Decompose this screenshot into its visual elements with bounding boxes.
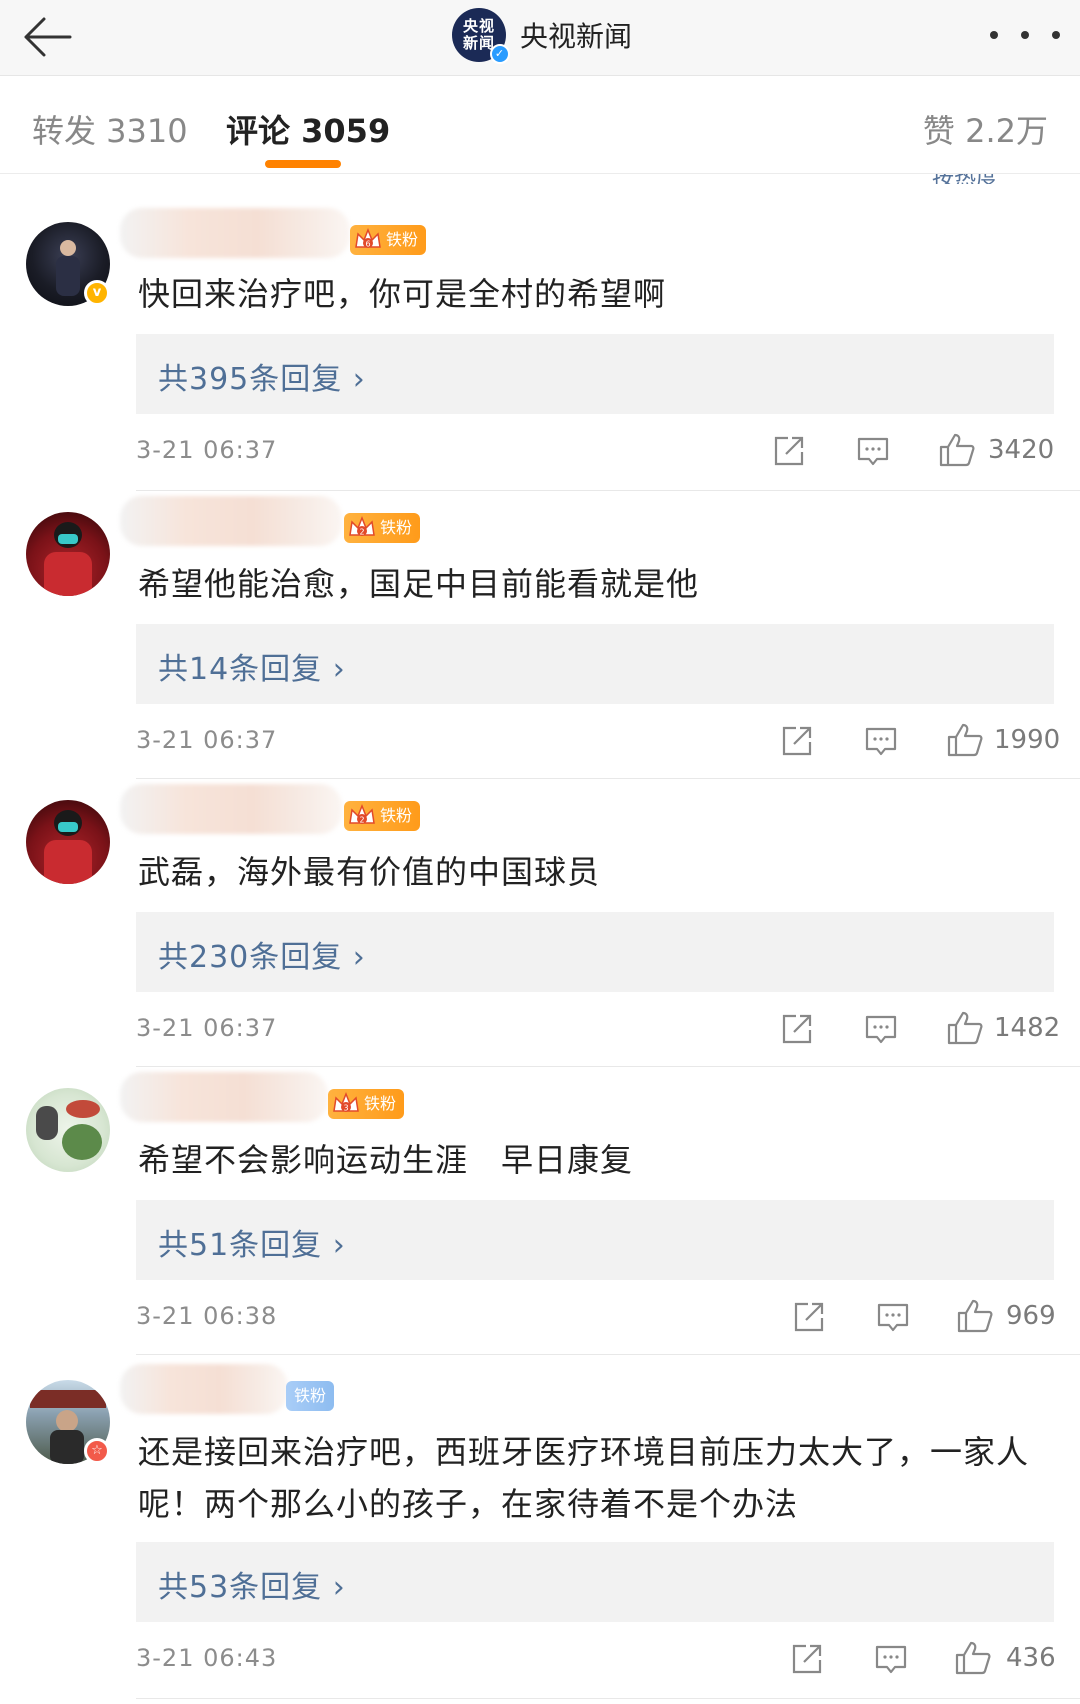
- comment-icon[interactable]: [864, 726, 898, 758]
- username-blurred[interactable]: [120, 1072, 328, 1122]
- crown-icon: 6: [355, 227, 381, 249]
- like-count: 436: [1006, 1643, 1056, 1673]
- crown-icon: 2: [349, 515, 375, 537]
- fan-badge: 2 铁粉: [344, 513, 421, 543]
- like-count: 3420: [988, 435, 1055, 465]
- active-tab-indicator: [265, 160, 341, 168]
- like-icon[interactable]: [946, 1010, 984, 1046]
- like-count: 969: [1006, 1301, 1056, 1331]
- fan-badge: 铁粉: [286, 1381, 335, 1411]
- sort-toggle[interactable]: 按热度: [932, 174, 1052, 184]
- view-replies-button[interactable]: 共230条回复 ›: [136, 912, 1054, 992]
- username-blurred[interactable]: [120, 208, 350, 258]
- divider: [136, 1066, 1080, 1067]
- repost-icon[interactable]: [790, 1642, 824, 1676]
- account-name: 央视新闻: [520, 20, 633, 53]
- divider: [136, 490, 1080, 491]
- view-replies-button[interactable]: 共51条回复 ›: [136, 1200, 1054, 1280]
- avatar[interactable]: v: [26, 222, 110, 306]
- avatar[interactable]: [26, 512, 110, 596]
- like-count: 1482: [994, 1013, 1061, 1043]
- username-blurred[interactable]: [120, 1364, 288, 1414]
- comment-text: 希望不会影响运动生涯 早日康复: [138, 1141, 634, 1179]
- svg-text:2: 2: [359, 816, 364, 825]
- repost-icon[interactable]: [780, 1012, 814, 1046]
- tab-comments[interactable]: 评论 3059: [226, 106, 390, 152]
- top-bar: 央视 新闻 ✓ 央视新闻: [0, 0, 1080, 76]
- comment-icon[interactable]: [856, 436, 890, 468]
- comment-text: 快回来治疗吧，你可是全村的希望啊: [138, 275, 667, 313]
- svg-text:6: 6: [365, 240, 370, 249]
- view-replies-button[interactable]: 共395条回复 ›: [136, 334, 1054, 414]
- divider: [136, 778, 1080, 779]
- crown-icon: 2: [349, 803, 375, 825]
- view-replies-button[interactable]: 共14条回复 ›: [136, 624, 1054, 704]
- member-icon: ☆: [84, 1438, 110, 1464]
- comment-icon[interactable]: [874, 1644, 908, 1676]
- fan-badge: 2 铁粉: [344, 801, 421, 831]
- tab-likes[interactable]: 赞 2.2万: [923, 106, 1048, 152]
- divider: [136, 1354, 1080, 1355]
- like-icon[interactable]: [946, 722, 984, 758]
- crown-icon: 3: [333, 1091, 359, 1113]
- repost-icon[interactable]: [780, 724, 814, 758]
- tab-reposts[interactable]: 转发 3310: [32, 106, 188, 152]
- like-icon[interactable]: [954, 1640, 992, 1676]
- account-logo: 央视 新闻 ✓: [452, 8, 510, 64]
- avatar[interactable]: [26, 1088, 110, 1172]
- like-icon[interactable]: [938, 432, 976, 468]
- username-blurred[interactable]: [120, 496, 342, 546]
- fan-badge: 6 铁粉: [350, 225, 427, 255]
- more-options-icon[interactable]: [990, 10, 1060, 60]
- avatar[interactable]: ☆: [26, 1380, 110, 1464]
- comment-time: 3-21 06:37: [136, 436, 278, 464]
- comment-text: 希望他能治愈，国足中目前能看就是他: [138, 565, 700, 603]
- comment-icon[interactable]: [876, 1302, 910, 1334]
- comment-time: 3-21 06:37: [136, 726, 278, 754]
- verified-icon: v: [84, 280, 110, 306]
- repost-icon[interactable]: [772, 434, 806, 468]
- comment-time: 3-21 06:38: [136, 1302, 278, 1330]
- comment-time: 3-21 06:43: [136, 1644, 278, 1672]
- back-arrow-icon[interactable]: [18, 8, 80, 66]
- comment-text: 武磊，海外最有价值的中国球员: [138, 853, 601, 891]
- repost-icon[interactable]: [792, 1300, 826, 1334]
- tab-bar: 转发 3310 评论 3059 赞 2.2万: [0, 76, 1080, 174]
- comment-time: 3-21 06:37: [136, 1014, 278, 1042]
- svg-text:3: 3: [343, 1104, 348, 1113]
- comment-icon[interactable]: [864, 1014, 898, 1046]
- account-header[interactable]: 央视 新闻 ✓ 央视新闻: [452, 5, 632, 65]
- username-blurred[interactable]: [120, 784, 342, 834]
- like-icon[interactable]: [956, 1298, 994, 1334]
- like-count: 1990: [994, 725, 1061, 755]
- avatar[interactable]: [26, 800, 110, 884]
- svg-text:2: 2: [359, 528, 364, 537]
- comment-text: 还是接回来治疗吧，西班牙医疗环境目前压力太大了，一家人呢！两个那么小的孩子，在家…: [138, 1433, 1030, 1523]
- fan-badge: 3 铁粉: [328, 1089, 405, 1119]
- verified-icon: ✓: [490, 44, 510, 64]
- divider: [136, 1698, 1080, 1699]
- view-replies-button[interactable]: 共53条回复 ›: [136, 1542, 1054, 1622]
